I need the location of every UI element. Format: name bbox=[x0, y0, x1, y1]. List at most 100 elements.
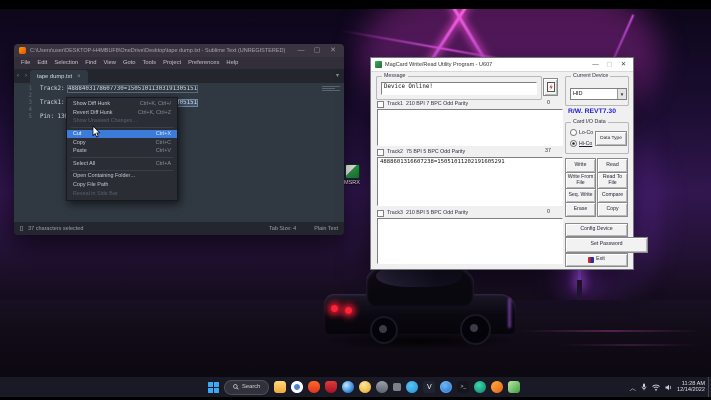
wifi-icon[interactable] bbox=[652, 384, 660, 391]
status-tab-size[interactable]: Tab Size: 4 bbox=[269, 226, 296, 232]
seq-write-button[interactable]: Seq. Write bbox=[565, 188, 596, 203]
sublime-editor[interactable]: 1 Track2: 4888403178607730=1505101130319… bbox=[14, 83, 344, 222]
maximize-button[interactable]: ▢ bbox=[311, 44, 323, 57]
exit-button[interactable]: Exit bbox=[565, 253, 628, 267]
write-button[interactable]: Write bbox=[565, 158, 596, 173]
exit-door-icon bbox=[588, 257, 595, 263]
tab-overflow-icon[interactable]: ▾ bbox=[331, 69, 344, 83]
menu-item-cut[interactable]: Cut Ctrl+X bbox=[67, 129, 177, 139]
loco-radio-row[interactable]: Lo-Co bbox=[570, 129, 593, 136]
road-reflection bbox=[560, 344, 700, 346]
minimap[interactable] bbox=[320, 85, 342, 115]
config-device-button[interactable]: Config Device bbox=[565, 223, 628, 237]
close-button[interactable]: ✕ bbox=[618, 58, 629, 71]
magcard-titlebar[interactable]: MagCard Write/Read Utility Program - U60… bbox=[371, 58, 633, 72]
hico-radio-row[interactable]: Hi-Co bbox=[570, 140, 592, 147]
tab-nav-forward-icon[interactable]: › bbox=[22, 69, 30, 83]
magcard-app-icon bbox=[375, 61, 382, 68]
track1-data-field[interactable] bbox=[377, 109, 563, 146]
status-icon[interactable]: [] bbox=[20, 226, 23, 232]
sublime-titlebar[interactable]: C:\Users\user\DESKTOP-H4MBUF8\OneDrive\D… bbox=[14, 44, 344, 57]
chrome-icon[interactable] bbox=[291, 381, 304, 393]
microphone-icon[interactable] bbox=[641, 383, 647, 391]
menu-edit[interactable]: Edit bbox=[37, 60, 47, 66]
device-refresh-button[interactable] bbox=[543, 78, 558, 96]
status-syntax[interactable]: Plain Text bbox=[314, 226, 338, 232]
current-device-label: Current Device bbox=[571, 73, 611, 79]
menu-tools[interactable]: Tools bbox=[143, 60, 157, 66]
blue-check-app-icon[interactable] bbox=[440, 381, 453, 393]
menu-selection[interactable]: Selection bbox=[54, 60, 78, 66]
tray-chevron-icon[interactable]: ︿ bbox=[630, 382, 637, 392]
hico-radio[interactable] bbox=[570, 140, 577, 147]
read-to-file-button[interactable]: Read To File bbox=[597, 172, 628, 189]
tab-close-icon[interactable]: × bbox=[77, 74, 81, 80]
menu-file[interactable]: File bbox=[21, 60, 30, 66]
brave-icon[interactable] bbox=[308, 381, 321, 393]
menu-item-paste[interactable]: Paste Ctrl+V bbox=[67, 147, 177, 156]
v-app-icon[interactable]: V bbox=[423, 381, 436, 393]
erase-button[interactable]: Erase bbox=[565, 202, 596, 217]
menu-item-copy-file-path[interactable]: Copy File Path bbox=[67, 181, 177, 190]
track2-data-field[interactable]: 4888601316607238=15051011202191605291 bbox=[377, 157, 563, 206]
firmware-version: R/W. REVT7.30 bbox=[568, 108, 616, 115]
file-explorer-icon[interactable] bbox=[274, 381, 287, 393]
set-password-button[interactable]: Set Password bbox=[565, 237, 648, 253]
menu-view[interactable]: View bbox=[103, 60, 115, 66]
menu-separator bbox=[71, 169, 173, 171]
wheel-rim bbox=[470, 324, 478, 332]
gray-app-icon[interactable] bbox=[376, 381, 389, 393]
desktop-screen: MSRX C:\Users\user\DESKTOP-H4MBUF8\OneDr… bbox=[0, 0, 711, 400]
blue-globe-app-icon[interactable] bbox=[342, 381, 355, 393]
editor-line: 2 bbox=[14, 93, 344, 100]
wheel-rim bbox=[379, 325, 387, 333]
menu-item-select-all[interactable]: Select All Ctrl+A bbox=[67, 160, 177, 169]
minimize-button[interactable]: — bbox=[295, 44, 307, 57]
device-dropdown[interactable]: HID ▼ bbox=[570, 88, 627, 100]
menu-item-copy[interactable]: Copy Ctrl+C bbox=[67, 138, 177, 147]
compare-button[interactable]: Compare bbox=[597, 188, 628, 203]
menu-help[interactable]: Help bbox=[226, 60, 238, 66]
clipboard-bolt-icon bbox=[546, 82, 555, 92]
search-box[interactable]: Search bbox=[224, 379, 270, 395]
write-from-file-button[interactable]: Write From File bbox=[565, 172, 596, 189]
tab-nav-back-icon[interactable]: ‹ bbox=[14, 69, 22, 83]
avg-shield-icon[interactable] bbox=[325, 381, 338, 393]
track3-checkbox[interactable] bbox=[377, 209, 384, 217]
read-button[interactable]: Read bbox=[597, 158, 628, 173]
mini-app-icon[interactable] bbox=[393, 383, 402, 391]
hico-label: Hi-Co bbox=[579, 140, 593, 147]
msrx-icon bbox=[344, 164, 360, 179]
minimize-button[interactable]: — bbox=[590, 58, 601, 71]
message-field[interactable]: Device Online! bbox=[381, 82, 537, 95]
tab-tape-dump[interactable]: tape dump.txt × bbox=[30, 70, 88, 83]
start-button[interactable] bbox=[208, 381, 219, 393]
menu-item-show-diff-hunk[interactable]: Show Diff Hunk Ctrl+K, Ctrl+/ bbox=[67, 100, 177, 109]
menu-item-revert-diff-hunk[interactable]: Revert Diff Hunk Ctrl+K, Ctrl+Z bbox=[67, 109, 177, 118]
menu-goto[interactable]: Goto bbox=[123, 60, 136, 66]
menu-project[interactable]: Project bbox=[163, 60, 181, 66]
track3-data-field[interactable] bbox=[377, 218, 563, 264]
taskbar: Search V >_ ︿ 11:28 AM 12/14/2022 bbox=[0, 377, 711, 397]
volume-icon[interactable] bbox=[665, 384, 672, 391]
track1-spec: 210 BPI 7 BPC Odd Parity bbox=[406, 101, 469, 107]
dropdown-arrow-icon[interactable]: ▼ bbox=[617, 89, 626, 99]
telegram-icon[interactable] bbox=[406, 381, 419, 393]
menu-item-open-containing-folder[interactable]: Open Containing Folder… bbox=[67, 172, 177, 181]
green-image-app-icon[interactable] bbox=[508, 381, 521, 393]
editor-line: 5 Pin: 1307 bbox=[14, 114, 344, 121]
track1-checkbox[interactable] bbox=[377, 100, 384, 108]
line-number: 5 bbox=[28, 114, 33, 120]
orange-app-icon[interactable] bbox=[491, 381, 504, 393]
copy-button[interactable]: Copy bbox=[597, 202, 628, 217]
data-type-button[interactable]: Data Type bbox=[595, 131, 627, 146]
terminal-icon[interactable]: >_ bbox=[457, 381, 470, 393]
menu-preferences[interactable]: Preferences bbox=[188, 60, 219, 66]
track2-checkbox[interactable] bbox=[377, 148, 384, 156]
yellow-app-icon[interactable] bbox=[359, 381, 372, 393]
menu-find[interactable]: Find bbox=[85, 60, 96, 66]
teal-app-icon[interactable] bbox=[474, 381, 487, 393]
loco-radio[interactable] bbox=[570, 129, 577, 136]
tray-clock[interactable]: 11:28 AM 12/14/2022 bbox=[677, 381, 705, 394]
close-button[interactable]: ✕ bbox=[327, 44, 339, 57]
